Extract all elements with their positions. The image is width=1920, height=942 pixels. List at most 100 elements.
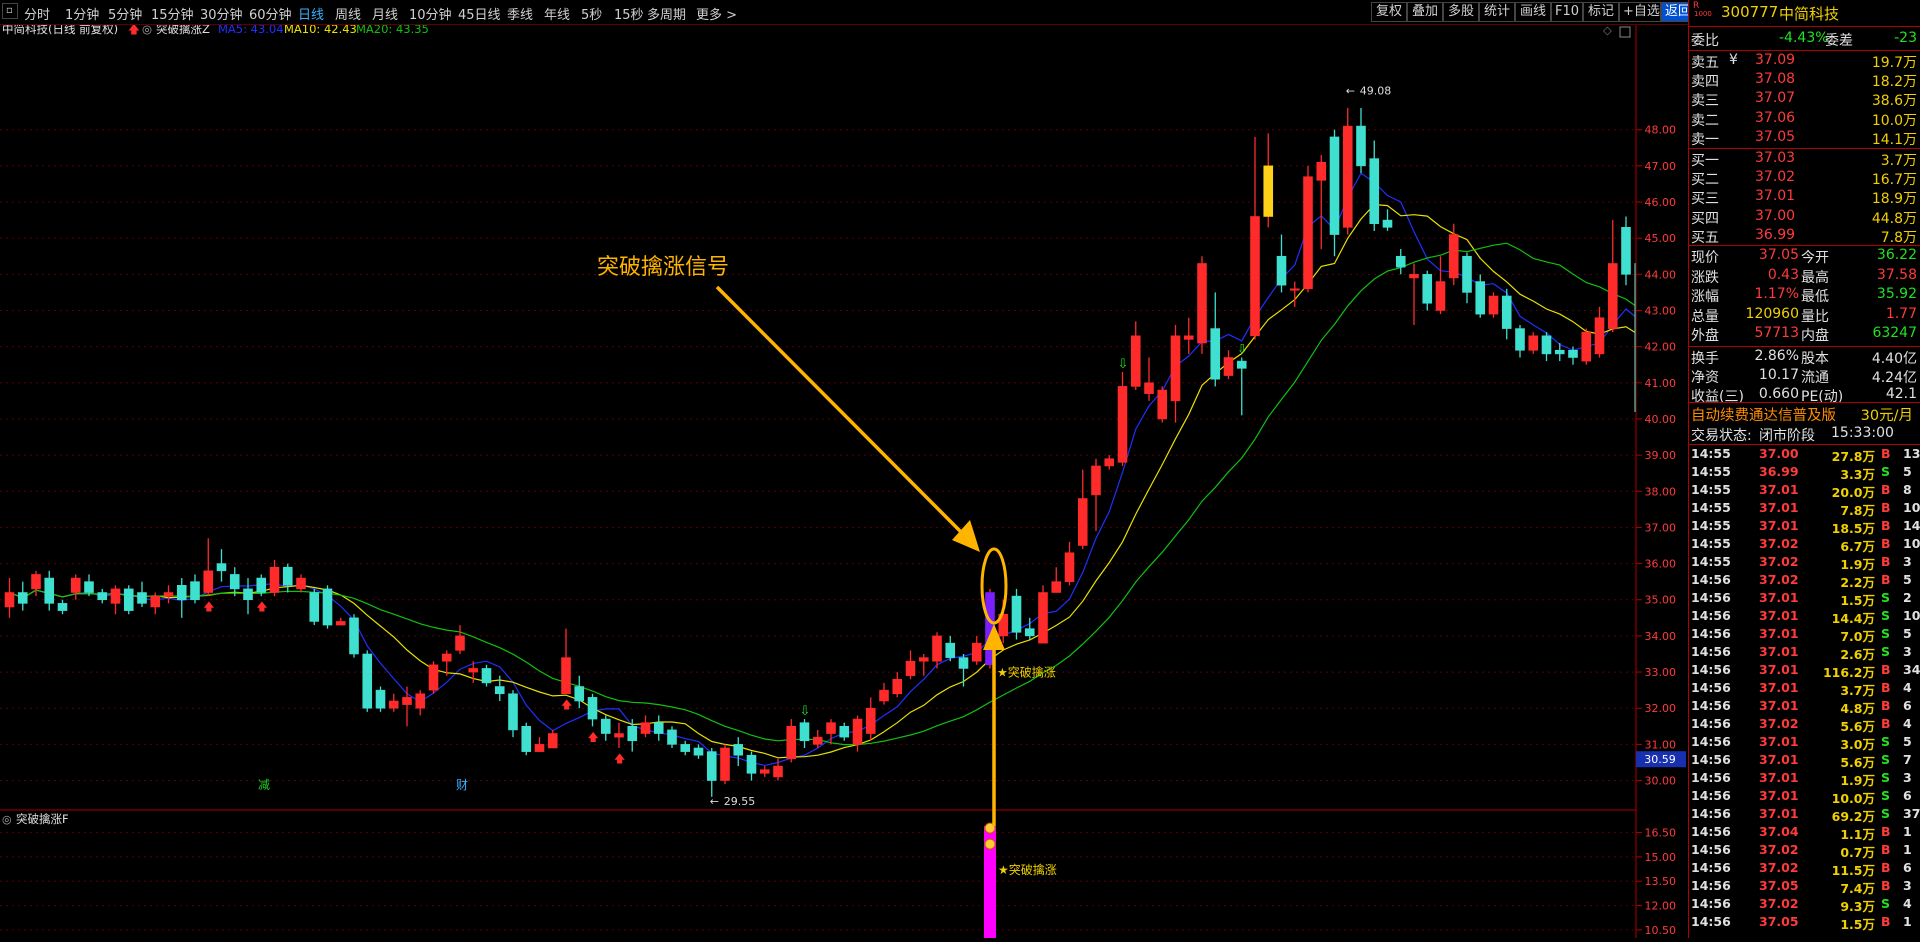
- candle-body-49: [653, 722, 664, 734]
- tick-row-6: 14:55 37.02 1.9万 B 3: [1689, 554, 1920, 572]
- period-tab-16[interactable]: 更多 >: [696, 4, 737, 23]
- toolbar-button-7[interactable]: +自选: [1619, 2, 1661, 22]
- candle-body-45: [600, 718, 611, 734]
- buy-volume: 3.7万: [1880, 153, 1917, 169]
- tick-side: S: [1881, 626, 1891, 641]
- period-tab-3[interactable]: 15分钟: [151, 4, 194, 23]
- toolbar-button-4[interactable]: 画线: [1515, 2, 1551, 22]
- tick-volume: 3.0万: [1840, 737, 1875, 752]
- candle-23: [309, 588, 320, 626]
- period-tab-12[interactable]: 年线: [544, 4, 570, 23]
- candle-body-99: [1316, 161, 1327, 181]
- stat-value: 37.05: [1758, 247, 1799, 263]
- tick-count: 2: [1903, 590, 1912, 605]
- tick-price: 37.02: [1759, 554, 1799, 569]
- menu-toggle-icon[interactable]: ▫: [2, 3, 18, 19]
- tick-time: 14:56: [1691, 806, 1731, 821]
- toolbar-button-0[interactable]: 复权: [1371, 2, 1407, 22]
- candle-body-16: [216, 563, 227, 572]
- event-marker-1: 减: [258, 778, 270, 792]
- tick-row-13: 14:56 37.01 3.7万 B 4: [1689, 680, 1920, 698]
- period-tab-14[interactable]: 15秒: [614, 4, 644, 23]
- period-tab-0[interactable]: 分时: [24, 4, 50, 23]
- price-tick-10: 38.00: [1645, 485, 1677, 498]
- toolbar-button-1[interactable]: 叠加: [1407, 2, 1443, 22]
- tick-time: 14:56: [1691, 590, 1731, 605]
- period-tab-13[interactable]: 5秒: [581, 4, 602, 23]
- candle-body-81: [1077, 498, 1088, 546]
- stock-code: 300777: [1721, 3, 1779, 21]
- candle-body-9: [123, 588, 134, 611]
- candle-44: [587, 693, 598, 727]
- tick-side: B: [1881, 878, 1891, 893]
- toolbar-button-5[interactable]: F10: [1551, 2, 1583, 22]
- candle-94: [1250, 136, 1260, 340]
- candle-38: [508, 690, 518, 738]
- tick-count: 7: [1903, 752, 1912, 767]
- ma5-label: MA5: 43.04: [218, 25, 284, 36]
- price-tick-6: 42.00: [1645, 341, 1677, 354]
- candle-body-38: [508, 693, 518, 731]
- period-tab-1[interactable]: 1分钟: [65, 4, 99, 23]
- candle-body-11: [150, 595, 161, 608]
- tick-side: B: [1881, 662, 1891, 677]
- signal-label: ★突破擒涨: [997, 664, 1056, 679]
- ma20-label: MA20: 43.35: [356, 25, 429, 36]
- kline-chart[interactable]: 中简科技(日线 前复权) 🡅 ◎ 突破擒涨Z MA5: 43.04 MA10: …: [0, 22, 1688, 938]
- tick-count: 10: [1903, 500, 1920, 515]
- period-tab-7[interactable]: 周线: [335, 4, 361, 23]
- tick-count: 6: [1903, 698, 1912, 713]
- tick-time: 14:56: [1691, 608, 1731, 623]
- candle-body-47: [627, 726, 638, 742]
- candle-43: [574, 675, 585, 709]
- tick-volume: 1.1万: [1840, 827, 1875, 842]
- candle-21: [282, 563, 293, 593]
- low-arrow-icon: ←: [710, 795, 719, 808]
- candle-body-64: [852, 718, 863, 745]
- candle-104: [1382, 209, 1393, 231]
- stat-label-2: 量比: [1801, 308, 1829, 325]
- tick-count: 6: [1903, 788, 1912, 803]
- candle-79: [1051, 567, 1062, 593]
- weicha-label: 委差: [1825, 33, 1853, 49]
- toolbar-button-3[interactable]: 统计: [1479, 2, 1515, 22]
- promo-banner[interactable]: 自动续费通达信普及版 30元/月: [1689, 404, 1920, 424]
- toolbar-button-6[interactable]: 标记: [1583, 2, 1619, 22]
- tick-side: S: [1881, 608, 1891, 623]
- period-tab-6[interactable]: 日线: [298, 4, 324, 23]
- period-tab-9[interactable]: 10分钟: [409, 4, 452, 23]
- tick-row-9: 14:56 37.01 14.4万 S 10: [1689, 608, 1920, 626]
- candle-93: [1236, 357, 1247, 416]
- trade-status: 闭市阶段: [1759, 428, 1815, 444]
- candle-body-85: [1130, 335, 1141, 387]
- period-tab-8[interactable]: 月线: [372, 4, 398, 23]
- period-tab-15[interactable]: 多周期: [647, 4, 686, 23]
- price-tick-14: 34.00: [1645, 630, 1677, 643]
- candle-72: [958, 653, 969, 687]
- tick-price: 37.01: [1759, 590, 1799, 605]
- price-tick-3: 45.00: [1645, 232, 1677, 245]
- period-tab-11[interactable]: 季线: [507, 4, 533, 23]
- period-tab-2[interactable]: 5分钟: [108, 4, 142, 23]
- candle-30: [402, 686, 412, 727]
- candle-114: [1515, 324, 1525, 358]
- sub-panel: ◎ 突破擒涨F 16.50 15.00 13.50 12.00 10.50 ★突破擒涨: [0, 812, 1676, 938]
- tick-price: 37.01: [1759, 680, 1799, 695]
- candle-89: [1183, 317, 1194, 354]
- stat2-label-2: 股本: [1801, 351, 1829, 367]
- candle-body-102: [1356, 125, 1366, 167]
- stat-label-2: 内盘: [1801, 328, 1829, 345]
- tick-row-3: 14:55 37.01 7.8万 B 10: [1689, 500, 1920, 518]
- stat-row-4: 外盘 57713 内盘 63247: [1689, 325, 1920, 344]
- weicha-value: -23: [1894, 30, 1917, 46]
- candle-body-83: [1104, 458, 1115, 467]
- ma10-line: [9, 203, 1640, 759]
- period-tab-5[interactable]: 60分钟: [249, 4, 292, 23]
- sell-label: 卖二: [1691, 112, 1719, 129]
- tick-time: 14:56: [1691, 788, 1731, 803]
- toolbar-button-2[interactable]: 多股: [1443, 2, 1479, 22]
- candle-90: [1197, 256, 1207, 354]
- period-tab-4[interactable]: 30分钟: [200, 4, 243, 23]
- period-tab-10[interactable]: 45日线: [458, 4, 501, 23]
- candle-body-23: [309, 592, 320, 622]
